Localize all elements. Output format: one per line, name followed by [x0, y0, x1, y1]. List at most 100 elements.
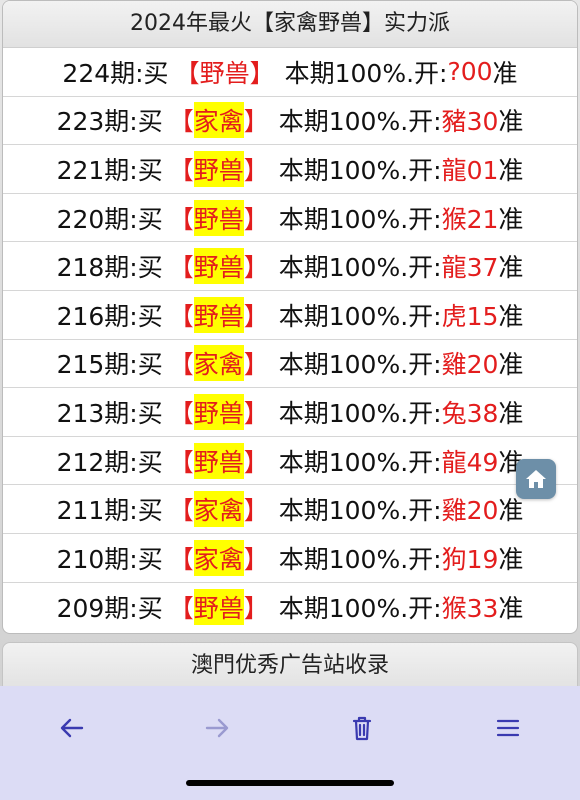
- claim-text: 本期100%.开:: [278, 350, 442, 380]
- issue-label: 216期:买: [56, 301, 163, 331]
- pick-label: 家禽: [193, 345, 244, 382]
- issue-label: 209期:买: [56, 593, 163, 623]
- result-value: 猴33: [441, 593, 499, 623]
- bracket-open: 【: [168, 544, 194, 574]
- issue-label: 212期:买: [56, 447, 163, 477]
- result-row: 211期:买【家禽】本期100%.开: 雞20 准: [3, 485, 577, 534]
- issue-label: 220期:买: [56, 204, 163, 234]
- results-card: 2024年最火【家禽野兽】实力派 224期:买【野兽】本期100%.开: ?00 准…: [2, 0, 578, 634]
- result-row: 213期:买【野兽】本期100%.开: 兔38 准: [3, 388, 577, 437]
- issue-label: 223期:买: [56, 107, 163, 137]
- pick-label: 野兽: [193, 150, 244, 187]
- result-row: 212期:买【野兽】本期100%.开: 龍49 准: [3, 437, 577, 486]
- result-value: 虎15: [441, 301, 499, 331]
- bracket-open: 【: [174, 58, 200, 88]
- accuracy-mark: 准: [498, 301, 524, 331]
- result-value: 龍49: [441, 447, 499, 477]
- bracket-close: 】: [243, 544, 269, 574]
- accuracy-mark: 准: [498, 253, 524, 283]
- pick-label: 家禽: [193, 491, 244, 528]
- forward-arrow-icon: [205, 718, 229, 738]
- bracket-open: 【: [168, 155, 194, 185]
- accuracy-mark: 准: [498, 350, 524, 380]
- issue-label: 210期:买: [56, 544, 163, 574]
- accuracy-mark: 准: [498, 544, 524, 574]
- menu-button[interactable]: [486, 706, 530, 750]
- bracket-open: 【: [168, 253, 194, 283]
- claim-text: 本期100%.开:: [278, 398, 442, 428]
- bracket-open: 【: [168, 301, 194, 331]
- bracket-open: 【: [168, 593, 194, 623]
- bracket-close: 】: [243, 253, 269, 283]
- trash-icon: [352, 716, 372, 741]
- issue-label: 211期:买: [56, 496, 163, 526]
- pick-label: 野兽: [193, 199, 244, 236]
- back-button[interactable]: [50, 706, 94, 750]
- result-value: 狗19: [441, 544, 499, 574]
- result-value: 猴21: [441, 204, 499, 234]
- bracket-close: 】: [249, 58, 275, 88]
- claim-text: 本期100%.开:: [284, 58, 448, 88]
- claim-text: 本期100%.开:: [278, 155, 442, 185]
- claim-text: 本期100%.开:: [278, 447, 442, 477]
- pick-label: 家禽: [193, 539, 244, 576]
- pick-label: 野兽: [193, 393, 244, 430]
- result-value: ?00: [447, 57, 493, 87]
- accuracy-mark: 准: [498, 107, 524, 137]
- home-indicator[interactable]: [186, 780, 394, 786]
- result-row: 218期:买【野兽】本期100%.开: 龍37 准: [3, 242, 577, 291]
- bracket-close: 】: [243, 204, 269, 234]
- result-value: 兔38: [441, 398, 499, 428]
- issue-label: 224期:买: [62, 58, 169, 88]
- pick-label: 家禽: [193, 102, 244, 139]
- page-title: 2024年最火【家禽野兽】实力派: [3, 1, 577, 48]
- claim-text: 本期100%.开:: [278, 301, 442, 331]
- back-arrow-icon: [60, 718, 84, 738]
- pick-label: 野兽: [193, 588, 244, 625]
- claim-text: 本期100%.开:: [278, 204, 442, 234]
- bracket-open: 【: [168, 350, 194, 380]
- result-row: 223期:买【家禽】本期100%.开: 豬30 准: [3, 97, 577, 146]
- claim-text: 本期100%.开:: [278, 593, 442, 623]
- result-row: 224期:买【野兽】本期100%.开: ?00 准: [3, 48, 577, 97]
- accuracy-mark: 准: [492, 58, 518, 88]
- result-value: 豬30: [441, 107, 499, 137]
- bracket-close: 】: [243, 155, 269, 185]
- accuracy-mark: 准: [498, 398, 524, 428]
- result-value: 龍37: [441, 253, 499, 283]
- issue-label: 218期:买: [56, 253, 163, 283]
- pick-label: 野兽: [193, 248, 244, 285]
- page-frame: 2024年最火【家禽野兽】实力派 224期:买【野兽】本期100%.开: ?00 准…: [0, 0, 580, 690]
- result-row: 215期:买【家禽】本期100%.开: 雞20 准: [3, 340, 577, 389]
- pick-label: 野兽: [193, 442, 244, 479]
- footer-banner[interactable]: 澳門优秀广告站收录: [2, 642, 578, 690]
- result-row: 216期:买【野兽】本期100%.开: 虎15 准: [3, 291, 577, 340]
- delete-button[interactable]: [340, 706, 384, 750]
- result-value: 龍01: [441, 155, 499, 185]
- accuracy-mark: 准: [498, 593, 524, 623]
- result-row: 209期:买【野兽】本期100%.开: 猴33 准: [3, 583, 577, 632]
- forward-button[interactable]: [195, 706, 239, 750]
- menu-icon: [496, 719, 520, 737]
- bracket-close: 】: [243, 398, 269, 428]
- bracket-close: 】: [243, 301, 269, 331]
- result-row: 220期:买【野兽】本期100%.开: 猴21 准: [3, 194, 577, 243]
- claim-text: 本期100%.开:: [278, 253, 442, 283]
- pick-label: 野兽: [193, 296, 244, 333]
- bracket-open: 【: [168, 398, 194, 428]
- bracket-open: 【: [168, 496, 194, 526]
- bracket-open: 【: [168, 107, 194, 137]
- result-row: 210期:买【家禽】本期100%.开: 狗19 准: [3, 534, 577, 583]
- home-icon: [526, 470, 546, 488]
- bracket-close: 】: [243, 107, 269, 137]
- accuracy-mark: 准: [498, 155, 524, 185]
- pick-label: 野兽: [199, 58, 250, 88]
- results-list: 224期:买【野兽】本期100%.开: ?00 准 223期:买【家禽】本期100%.…: [3, 48, 577, 631]
- bracket-close: 】: [243, 350, 269, 380]
- result-row: 221期:买【野兽】本期100%.开: 龍01 准: [3, 145, 577, 194]
- home-button[interactable]: [516, 459, 556, 499]
- issue-label: 213期:买: [56, 398, 163, 428]
- claim-text: 本期100%.开:: [278, 544, 442, 574]
- bracket-close: 】: [243, 593, 269, 623]
- result-value: 雞20: [441, 496, 499, 526]
